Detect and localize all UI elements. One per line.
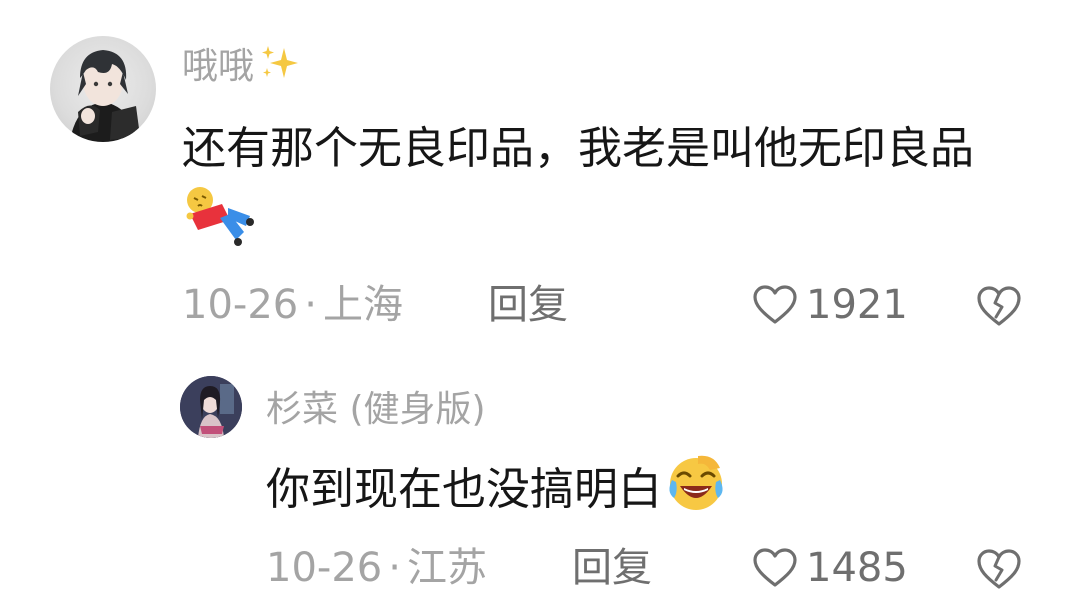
broken-heart-icon bbox=[977, 549, 1021, 589]
meta-separator: · bbox=[388, 545, 401, 591]
comment-meta: 10-26 · 江苏 bbox=[266, 543, 487, 593]
lying-doll-icon bbox=[184, 184, 254, 267]
laughing-crying-emoji-icon bbox=[664, 452, 728, 533]
sparkles-icon bbox=[258, 42, 302, 92]
reply-button[interactable]: 回复 bbox=[488, 280, 568, 330]
heart-icon bbox=[753, 548, 797, 587]
comment-date: 10-26 bbox=[182, 282, 299, 328]
like-count: 1485 bbox=[806, 545, 908, 591]
comment-location: 江苏 bbox=[406, 545, 487, 591]
broken-heart-icon bbox=[977, 286, 1021, 326]
dislike-button[interactable] bbox=[975, 547, 1023, 591]
meta-separator: · bbox=[304, 282, 317, 328]
comment-text: 还有那个无良印品，我老是叫他无印良品 bbox=[182, 123, 974, 174]
like-count: 1921 bbox=[806, 282, 908, 328]
dislike-button[interactable] bbox=[975, 284, 1023, 328]
anime-boy-avatar-icon bbox=[70, 50, 140, 142]
avatar[interactable] bbox=[180, 376, 242, 438]
heart-icon bbox=[753, 285, 797, 324]
comment-thread: 哦哦 还有那个无良印品，我老是叫他无印良品 10-26 · 上海 回复 1921… bbox=[0, 0, 1080, 607]
comment-location: 上海 bbox=[322, 282, 403, 328]
avatar[interactable] bbox=[50, 36, 156, 142]
comment-body: 还有那个无良印品，我老是叫他无印良品 bbox=[182, 114, 1022, 267]
comment-body: 你到现在也没搞明白 bbox=[266, 452, 1026, 533]
like-button[interactable]: 1921 bbox=[752, 280, 908, 330]
comment-username[interactable]: 杉菜 (健身版) bbox=[266, 385, 486, 435]
like-button[interactable]: 1485 bbox=[752, 543, 908, 593]
comment-date: 10-26 bbox=[266, 545, 383, 591]
comment-meta: 10-26 · 上海 bbox=[182, 280, 403, 330]
reply-button[interactable]: 回复 bbox=[572, 543, 652, 593]
username-text: 哦哦 bbox=[182, 46, 255, 87]
comment-username[interactable]: 哦哦 bbox=[182, 42, 302, 92]
comment-text: 你到现在也没搞明白 bbox=[266, 464, 662, 515]
anime-girl-avatar-icon bbox=[180, 376, 242, 438]
